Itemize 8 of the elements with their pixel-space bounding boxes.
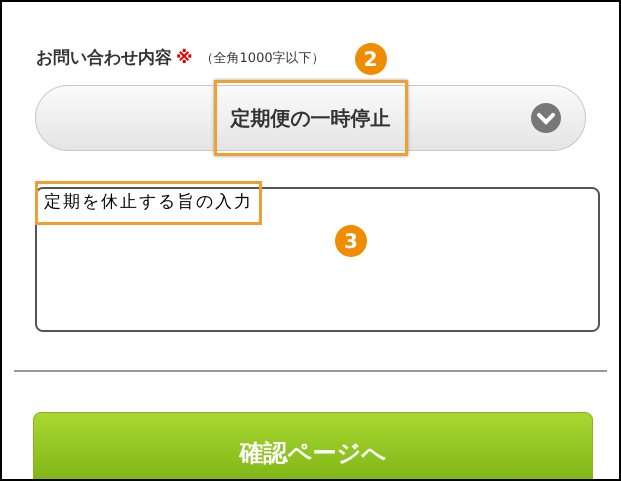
required-mark: ※ [176,47,193,70]
textarea-field[interactable] [35,187,600,332]
field-note: （全角1000字以下） [200,50,325,68]
callout-badge: 2 [354,43,387,75]
chevron-down-icon [531,103,561,133]
field-label: お問い合わせ内容 [36,47,172,70]
selected-option: 定期便の一時停止 [214,80,408,156]
entered-text: 定期を休止する旨の入力 [35,181,262,224]
